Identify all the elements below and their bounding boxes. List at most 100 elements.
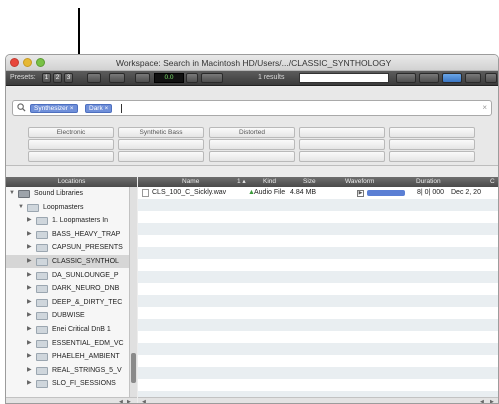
disclosure-collapsed-icon[interactable]: ▶: [27, 255, 33, 268]
play-icon[interactable]: ▶: [357, 190, 364, 197]
column-header-size[interactable]: Size: [303, 177, 316, 187]
location-item[interactable]: ▶ 1. Loopmasters In: [6, 214, 129, 227]
disclosure-collapsed-icon[interactable]: ▶: [27, 323, 33, 336]
zoom-window-button[interactable]: [36, 58, 45, 67]
waveform-preview[interactable]: [367, 190, 405, 196]
locations-header[interactable]: Locations: [6, 177, 137, 187]
tag-cell[interactable]: [389, 151, 475, 162]
folder-icon: [27, 203, 39, 212]
loop-button[interactable]: [135, 73, 150, 83]
location-item[interactable]: ▶ CAPSUN_PRESENTS: [6, 241, 129, 254]
drive-icon: [18, 190, 30, 198]
location-item[interactable]: ▶ PHAELEH_AMBIENT: [6, 350, 129, 363]
locations-scrollbar[interactable]: [129, 187, 137, 397]
tag-cell[interactable]: [299, 151, 385, 162]
toggle-button[interactable]: [442, 73, 462, 83]
search-token-dark[interactable]: Dark ×: [85, 104, 113, 113]
tag-cell[interactable]: [389, 127, 475, 138]
minimize-window-button[interactable]: [23, 58, 32, 67]
locations-pane: ▼ Sound Libraries ▼ Loopmasters ▶ 1. Loopmast…: [6, 187, 137, 397]
column-header-waveform[interactable]: Waveform: [345, 177, 374, 187]
preset-menu-button[interactable]: [87, 73, 101, 83]
tag-cell[interactable]: [389, 139, 475, 150]
location-item[interactable]: ▶ Enei Critical DnB 1: [6, 323, 129, 336]
location-item[interactable]: ▶ DEEP_&_DIRTY_TEC: [6, 296, 129, 309]
search-icon: [17, 103, 26, 112]
tag-cell[interactable]: [209, 139, 295, 150]
filter-input[interactable]: [299, 73, 389, 83]
scroll-left-icon[interactable]: ◀: [142, 399, 146, 403]
tag-cell[interactable]: [209, 151, 295, 162]
clear-search-icon[interactable]: ×: [482, 103, 487, 112]
tag-cell[interactable]: Synthetic Bass: [118, 127, 204, 138]
row-stripe: [138, 283, 498, 295]
disclosure-collapsed-icon[interactable]: ▶: [27, 241, 33, 254]
preview-button[interactable]: [201, 73, 223, 83]
close-window-button[interactable]: [10, 58, 19, 67]
scroll-right-icon[interactable]: ▶: [490, 399, 494, 403]
disclosure-expanded-icon[interactable]: ▼: [18, 201, 24, 214]
result-row[interactable]: CLS_100_C_Sickly.wav Audio File 4.84 MB 8| …: [138, 187, 498, 199]
clear-filter-button[interactable]: [396, 73, 416, 83]
disclosure-collapsed-icon[interactable]: ▶: [27, 337, 33, 350]
folder-icon: [36, 326, 48, 334]
disclosure-collapsed-icon[interactable]: ▶: [27, 282, 33, 295]
tag-cell[interactable]: Distorted: [209, 127, 295, 138]
results-horizontal-scrollbar[interactable]: ◀ ◀ ▶: [138, 397, 498, 403]
location-label: DEEP_&_DIRTY_TEC: [52, 298, 123, 306]
tag-cell[interactable]: [28, 139, 114, 150]
scroll-right-icon[interactable]: ▶: [127, 399, 131, 403]
row-stripe: [138, 247, 498, 259]
scroll-left-icon[interactable]: ◀: [119, 399, 123, 403]
location-item[interactable]: ▶ SLO_FI_SESSIONS: [6, 377, 129, 390]
title-bar[interactable]: Workspace: Search in Macintosh HD/Users/…: [6, 55, 498, 71]
tag-cell[interactable]: Electronic: [28, 127, 114, 138]
preset-1-button[interactable]: 1: [42, 73, 51, 83]
kind-marker-icon: ▲: [248, 189, 255, 196]
location-item[interactable]: ▼ Loopmasters: [6, 201, 129, 214]
column-header-created[interactable]: C: [490, 177, 495, 187]
disclosure-collapsed-icon[interactable]: ▶: [27, 309, 33, 322]
row-stripe: [138, 379, 498, 391]
settings-button[interactable]: [485, 73, 497, 83]
disclosure-collapsed-icon[interactable]: ▶: [27, 350, 33, 363]
tag-cell[interactable]: [299, 127, 385, 138]
location-item[interactable]: ▶ BASS_HEAVY_TRAP: [6, 228, 129, 241]
column-header-kind[interactable]: Kind: [263, 177, 276, 187]
browse-button[interactable]: [109, 73, 125, 83]
location-item[interactable]: ▶ DARK_NEURO_DNB: [6, 282, 129, 295]
column-header-duration[interactable]: Duration: [416, 177, 441, 187]
folder-icon: [36, 353, 48, 362]
preset-3-button[interactable]: 3: [64, 73, 73, 83]
disclosure-collapsed-icon[interactable]: ▶: [27, 364, 33, 377]
tag-cell[interactable]: [299, 139, 385, 150]
locations-horizontal-scrollbar[interactable]: ◀ ▶: [6, 397, 137, 403]
disclosure-collapsed-icon[interactable]: ▶: [27, 228, 33, 241]
location-item[interactable]: ▶ ESSENTIAL_EDM_VC: [6, 337, 129, 350]
tag-cell[interactable]: [28, 151, 114, 162]
column-header-name[interactable]: Name: [182, 177, 199, 187]
location-item[interactable]: ▶ DA_SUNLOUNGE_P: [6, 269, 129, 282]
location-item[interactable]: ▼ Sound Libraries: [6, 187, 129, 200]
disclosure-collapsed-icon[interactable]: ▶: [27, 377, 33, 390]
location-item[interactable]: ▶ DUBWISE: [6, 309, 129, 322]
location-item[interactable]: ▶ REAL_STRINGS_5_V: [6, 364, 129, 377]
tag-cell[interactable]: [118, 151, 204, 162]
locations-scroll-thumb[interactable]: [131, 353, 136, 383]
column-header-sort[interactable]: 1 ▴: [237, 177, 246, 187]
tag-cell[interactable]: [118, 139, 204, 150]
view-mode-button[interactable]: [419, 73, 439, 83]
location-item[interactable]: ▶ CLASSIC_SYNTHOL: [6, 255, 129, 268]
location-label: ESSENTIAL_EDM_VC: [52, 339, 124, 347]
search-field[interactable]: Synthesizer × Dark × ×: [12, 100, 492, 116]
volume-display[interactable]: 0.0: [154, 73, 184, 83]
disclosure-expanded-icon[interactable]: ▼: [9, 187, 15, 200]
scroll-left-icon[interactable]: ◀: [480, 399, 484, 403]
preset-2-button[interactable]: 2: [53, 73, 62, 83]
favorite-button[interactable]: [465, 73, 481, 83]
disclosure-collapsed-icon[interactable]: ▶: [27, 296, 33, 309]
disclosure-collapsed-icon[interactable]: ▶: [27, 214, 33, 227]
search-token-synthesizer[interactable]: Synthesizer ×: [30, 104, 78, 113]
disclosure-collapsed-icon[interactable]: ▶: [27, 269, 33, 282]
meter-button[interactable]: [186, 73, 198, 83]
